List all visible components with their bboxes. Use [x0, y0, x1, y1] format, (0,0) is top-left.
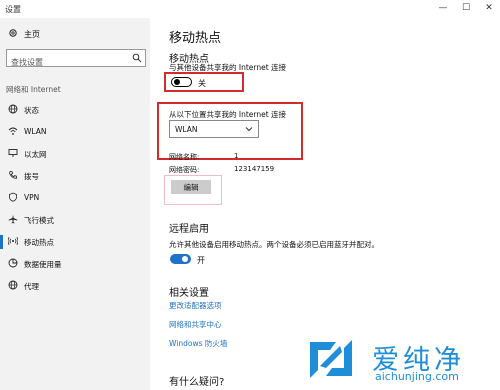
sidebar-item-label: 拨号 — [24, 172, 39, 181]
wifi-icon — [8, 127, 18, 135]
network-password-label: 网络密码: — [169, 166, 200, 174]
sidebar-item-label: WLAN — [24, 127, 47, 136]
sidebar-item-data-usage[interactable]: 数据使用量 — [0, 254, 150, 274]
question-title: 有什么疑问? — [169, 377, 225, 388]
maximize-button[interactable]: ☐ — [459, 3, 473, 13]
proxy-icon — [8, 280, 18, 290]
chevron-down-icon — [245, 127, 253, 132]
sidebar-item-label: 状态 — [24, 106, 39, 115]
sidebar-item-mobile-hotspot[interactable]: 移动热点 — [0, 232, 150, 252]
remote-toggle-state: 开 — [197, 256, 205, 265]
toggle-knob — [174, 79, 180, 85]
toggle-knob — [182, 256, 188, 262]
search-input[interactable] — [7, 54, 127, 71]
main-content: 移动热点 移动热点 与其他设备共享我的 Internet 连接 关 从以下位置共… — [150, 18, 500, 390]
sidebar-item-wlan[interactable]: WLAN — [0, 122, 150, 142]
page-title: 移动热点 — [169, 31, 222, 46]
adapter-options-link[interactable]: 更改适配器选项 — [169, 300, 222, 311]
network-name-value: 1 — [234, 152, 239, 160]
sidebar-item-vpn[interactable]: VPN — [0, 188, 150, 208]
window-title: 设置 — [5, 5, 21, 14]
sidebar-item-label: 以太网 — [24, 150, 47, 159]
active-indicator — [0, 235, 3, 249]
windows-firewall-link[interactable]: Windows 防火墙 — [169, 338, 227, 349]
share-from-select[interactable]: WLAN — [169, 120, 259, 138]
sidebar-item-label: 飞行模式 — [24, 216, 54, 225]
sidebar-item-airplane[interactable]: 飞行模式 — [0, 210, 150, 230]
hotspot-toggle-state: 关 — [198, 79, 206, 88]
sidebar-item-status[interactable]: 状态 — [0, 100, 150, 120]
close-button[interactable]: ✕ — [482, 3, 496, 13]
edit-button[interactable]: 编辑 — [171, 180, 211, 194]
search-icon[interactable] — [132, 53, 142, 63]
globe-icon — [8, 104, 18, 114]
sidebar-item-ethernet[interactable]: 以太网 — [0, 144, 150, 164]
sidebar-item-label: 数据使用量 — [24, 260, 62, 269]
search-box[interactable] — [6, 49, 146, 71]
sidebar-item-label: 代理 — [24, 282, 39, 291]
home-nav-item[interactable]: 主页 — [0, 25, 150, 45]
remote-toggle[interactable] — [170, 254, 191, 264]
sidebar-item-label: 移动热点 — [24, 238, 54, 247]
ethernet-icon — [8, 149, 18, 157]
remote-title: 远程启用 — [169, 224, 209, 235]
sidebar: 主页 网络和 Internet 状态 WLAN 以太网 — [0, 18, 150, 390]
network-password-value: 123147159 — [234, 165, 275, 173]
title-bar: 设置 — ☐ ✕ — [0, 0, 500, 18]
share-from-value: WLAN — [175, 125, 198, 134]
vpn-icon — [9, 192, 17, 202]
data-usage-icon — [8, 258, 18, 268]
home-label: 主页 — [24, 30, 40, 39]
gear-icon — [9, 29, 17, 37]
related-title: 相关设置 — [169, 288, 209, 299]
sidebar-item-proxy[interactable]: 代理 — [0, 276, 150, 296]
hotspot-icon — [8, 236, 18, 246]
watermark-logo — [310, 340, 352, 378]
share-from-label: 从以下位置共享我的 Internet 连接 — [169, 110, 287, 119]
sidebar-item-dialup[interactable]: 拨号 — [0, 166, 150, 186]
phone-icon — [9, 171, 17, 179]
sidebar-item-label: VPN — [24, 193, 40, 202]
remote-desc: 允许其他设备启用移动热点。两个设备必须已启用蓝牙并配对。 — [169, 240, 379, 249]
section-title: 网络和 Internet — [6, 85, 61, 94]
watermark-url: aichunjing.com — [375, 370, 459, 383]
network-name-label: 网络名称: — [169, 153, 200, 161]
airplane-icon — [8, 214, 18, 224]
hotspot-toggle[interactable] — [171, 77, 192, 87]
minimize-button[interactable]: — — [436, 3, 450, 13]
network-sharing-center-link[interactable]: 网络和共享中心 — [169, 319, 222, 330]
